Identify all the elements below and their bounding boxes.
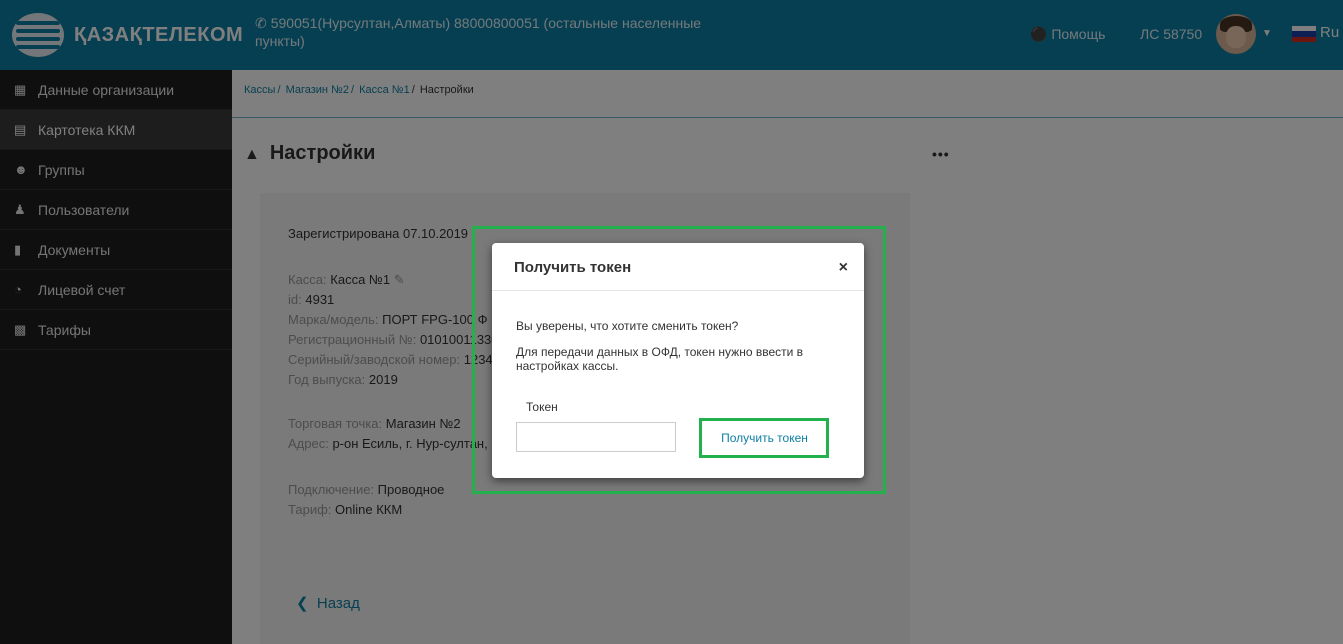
get-token-button[interactable]: Получить токен xyxy=(702,423,827,453)
token-label: Токен xyxy=(526,400,558,414)
dialog-title: Получить токен xyxy=(514,259,632,276)
dialog-description: Для передачи данных в ОФД, токен нужно в… xyxy=(516,345,804,373)
get-token-dialog: Получить токен × Вы уверены, что хотите … xyxy=(492,243,864,478)
dialog-question: Вы уверены, что хотите сменить токен? xyxy=(516,319,739,333)
token-input[interactable] xyxy=(516,422,676,452)
dialog-divider xyxy=(492,290,864,291)
close-icon[interactable]: × xyxy=(839,259,848,277)
